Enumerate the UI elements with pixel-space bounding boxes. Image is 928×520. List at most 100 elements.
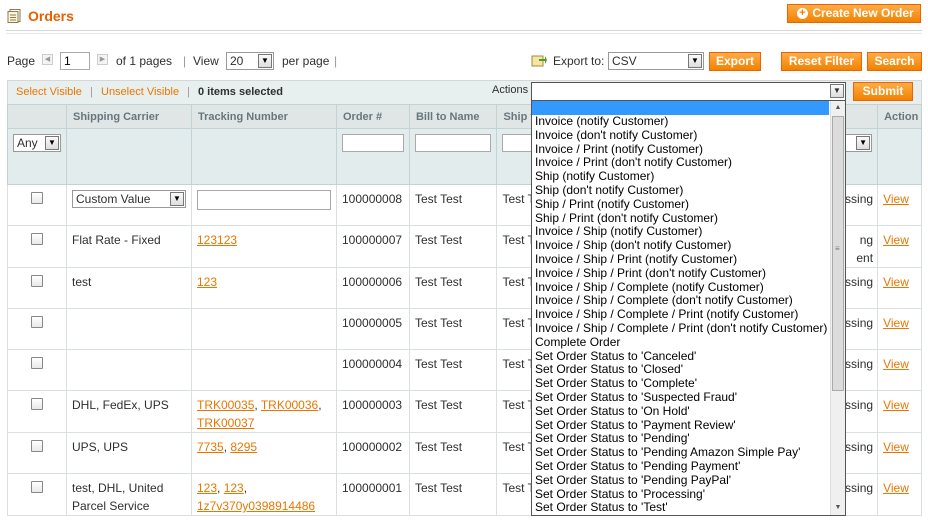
row-checkbox[interactable] — [31, 398, 43, 410]
tracking-link[interactable]: 7735 — [197, 440, 224, 454]
action-option[interactable]: Complete Order — [532, 336, 829, 350]
view-link[interactable]: View — [883, 357, 909, 371]
action-option[interactable]: Set Order Status to 'Canceled' — [532, 350, 829, 364]
carrier-text: test, DHL, United Parcel Service — [72, 481, 164, 513]
action-option[interactable]: Invoice / Print (don't notify Customer) — [532, 156, 829, 170]
action-option[interactable]: Invoice / Ship / Complete (don't notify … — [532, 294, 829, 308]
action-option[interactable]: Invoice / Ship / Print (don't notify Cus… — [532, 267, 829, 281]
per-page-select[interactable]: 20 ▼ — [226, 52, 274, 70]
action-option[interactable]: Invoice (notify Customer) — [532, 115, 829, 129]
action-option[interactable]: Ship / Print (don't notify Customer) — [532, 212, 829, 226]
order-filter-input[interactable] — [342, 134, 404, 152]
action-option[interactable]: Set Order Status to 'Processing' — [532, 488, 829, 502]
next-page-icon[interactable]: ▶ — [97, 54, 108, 65]
action-option[interactable]: Ship (notify Customer) — [532, 170, 829, 184]
action-option[interactable]: Set Order Status to 'Pending Amazon Simp… — [532, 446, 829, 460]
action-option[interactable]: Invoice / Ship / Print (notify Customer) — [532, 253, 829, 267]
bill-to-name: Test Test — [408, 308, 498, 350]
tracking-link[interactable]: 1z7v370y0398914486 — [197, 499, 315, 513]
row-checkbox[interactable] — [31, 440, 43, 452]
action-option[interactable]: Set Order Status to 'Pending PayPal' — [532, 474, 829, 488]
export-format-select[interactable]: CSV ▼ — [608, 52, 704, 70]
filter-carrier — [66, 128, 192, 185]
page-number-input[interactable] — [60, 52, 90, 70]
view-link[interactable]: View — [883, 192, 909, 206]
bill-to-filter-input[interactable] — [414, 134, 492, 152]
action-option[interactable]: Set Order Status to 'Pending Payment' — [532, 460, 829, 474]
create-new-order-button[interactable]: + Create New Order — [787, 4, 921, 23]
massaction-filter-select[interactable]: Any ▼ — [13, 134, 61, 152]
column-header-shipping-carrier[interactable]: Shipping Carrier — [66, 104, 192, 129]
action-option[interactable]: Set Order Status to 'Complete' — [532, 377, 829, 391]
action-option[interactable]: Set Order Status to 'Payment Review' — [532, 419, 829, 433]
unselect-visible-link[interactable]: Unselect Visible — [101, 86, 179, 98]
action-option[interactable]: Invoice / Ship / Complete / Print (don't… — [532, 322, 829, 336]
tracking-link[interactable]: 123123 — [197, 233, 237, 247]
document-icon — [7, 9, 21, 23]
search-button[interactable]: Search — [867, 52, 922, 71]
view-link[interactable]: View — [883, 481, 909, 495]
view-link[interactable]: View — [883, 398, 909, 412]
action-option[interactable]: Ship / Print (notify Customer) — [532, 198, 829, 212]
action-option[interactable]: Invoice (don't notify Customer) — [532, 129, 829, 143]
action-option[interactable]: Invoice / Ship / Complete (notify Custom… — [532, 281, 829, 295]
reset-filter-button[interactable]: Reset Filter — [781, 52, 862, 71]
prev-page-icon[interactable]: ◀ — [42, 54, 53, 65]
action-option[interactable]: Invoice / Ship / Complete / Print (notif… — [532, 308, 829, 322]
scrollbar-thumb[interactable]: ≡ — [832, 116, 844, 391]
select-visible-link[interactable]: Select Visible — [16, 86, 82, 98]
row-checkbox[interactable] — [31, 192, 43, 204]
row-checkbox[interactable] — [31, 316, 43, 328]
action-option[interactable]: Set Order Status to 'Test' — [532, 501, 829, 515]
chevron-down-icon: ▼ — [258, 54, 272, 68]
view-link[interactable]: View — [883, 275, 909, 289]
action-option[interactable]: Set Order Status to 'Pending' — [532, 432, 829, 446]
action-option[interactable]: Set Order Status to 'Suspected Fraud' — [532, 391, 829, 405]
tracking-cell: TRK00035, TRK00036, TRK00037 — [191, 390, 337, 433]
tracking-link[interactable]: 123 — [197, 275, 217, 289]
action-option[interactable]: Ship (don't notify Customer) — [532, 184, 829, 198]
view-link[interactable]: View — [883, 233, 909, 247]
page-label: Page — [7, 54, 36, 68]
column-header-massaction[interactable] — [7, 104, 67, 129]
filter-action — [877, 128, 922, 185]
status-filter-select[interactable]: ▼ — [844, 134, 873, 152]
scroll-up-icon[interactable]: ▲ — [831, 101, 845, 115]
view-link[interactable]: View — [883, 440, 909, 454]
column-header-action: Action — [877, 104, 922, 129]
row-checkbox[interactable] — [31, 481, 43, 493]
highlighted-option[interactable] — [532, 101, 829, 115]
tracking-cell: 123 — [191, 267, 337, 309]
tracking-link[interactable]: TRK00036 — [261, 398, 318, 412]
scroll-down-icon[interactable]: ▼ — [831, 501, 845, 515]
action-option[interactable]: Set Order Status to 'On Hold' — [532, 405, 829, 419]
tracking-link[interactable]: TRK00035 — [197, 398, 254, 412]
actions-select[interactable]: ▼ — [532, 83, 845, 101]
action-option[interactable]: Invoice / Ship (don't notify Customer) — [532, 239, 829, 253]
row-checkbox[interactable] — [31, 275, 43, 287]
export-button[interactable]: Export — [709, 52, 761, 71]
action-option[interactable]: Set Order Status to 'Closed' — [532, 363, 829, 377]
submit-button[interactable]: Submit — [853, 82, 913, 101]
tracking-link[interactable]: 123 — [224, 481, 244, 495]
row-checkbox-cell — [7, 308, 67, 350]
order-number: 100000001 — [336, 473, 410, 516]
tracking-link[interactable]: TRK00037 — [197, 416, 254, 430]
view-link[interactable]: View — [883, 316, 909, 330]
dropdown-scrollbar[interactable]: ▲ ≡ ▼ — [830, 101, 845, 515]
action-option[interactable]: Invoice / Print (notify Customer) — [532, 143, 829, 157]
column-header-tracking-number[interactable]: Tracking Number — [191, 104, 337, 129]
tracking-link[interactable]: 8295 — [230, 440, 257, 454]
row-checkbox[interactable] — [31, 357, 43, 369]
tracking-link[interactable]: 123 — [197, 481, 217, 495]
row-checkbox[interactable] — [31, 233, 43, 245]
action-option[interactable]: Invoice / Ship (notify Customer) — [532, 225, 829, 239]
page-title: Orders — [28, 8, 74, 24]
tracking-number-input[interactable] — [197, 190, 331, 210]
column-header-order-number[interactable]: Order # — [336, 104, 410, 129]
actions-select-dropdown[interactable]: ▼ Invoice (notify Customer) Invoice (don'… — [531, 82, 846, 516]
carrier-select[interactable]: Custom Value ▼ — [72, 190, 186, 208]
of-pages-text: of 1 pages — [116, 54, 173, 68]
create-new-order-label: Create New Order — [812, 6, 914, 20]
column-header-bill-to-name[interactable]: Bill to Name — [408, 104, 498, 129]
